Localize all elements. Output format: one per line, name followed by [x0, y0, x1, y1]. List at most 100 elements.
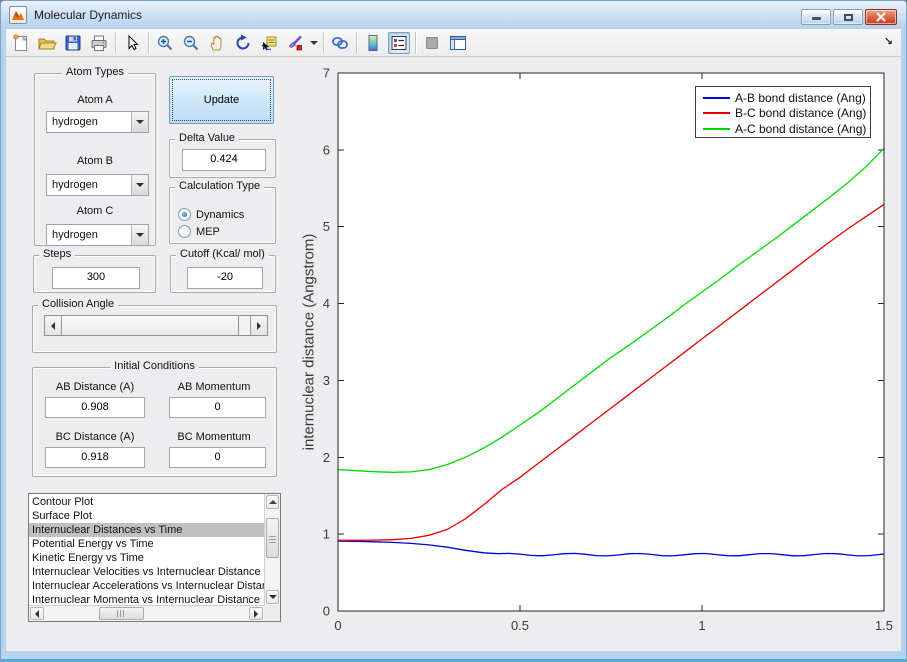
- link-plot-button[interactable]: [329, 32, 351, 54]
- zoom-out-button[interactable]: [180, 32, 202, 54]
- scroll-down-button[interactable]: [266, 590, 279, 604]
- rotate-3d-icon: [236, 34, 250, 49]
- slider-thumb[interactable]: [62, 316, 239, 335]
- plot-type-list[interactable]: Contour Plot Surface Plot Internuclear Dis…: [29, 495, 264, 605]
- brush-icon: [288, 35, 302, 50]
- pointer-button[interactable]: [121, 32, 143, 54]
- arrow-up-icon: [268, 500, 277, 504]
- arrow-left-icon: [35, 609, 39, 618]
- arrow-right-icon: [254, 609, 258, 618]
- title-bar[interactable]: Molecular Dynamics: [1, 1, 906, 29]
- toolbar-separator: [323, 31, 325, 54]
- list-item[interactable]: Surface Plot: [29, 509, 264, 523]
- maximize-button[interactable]: [833, 9, 863, 25]
- y-tick-label: 6: [323, 142, 330, 157]
- insert-colorbar-button[interactable]: [362, 32, 384, 54]
- show-plot-tools-button[interactable]: [447, 32, 469, 54]
- list-item[interactable]: Potential Energy vs Time: [29, 537, 264, 551]
- axes-plot[interactable]: 0 0.5 1 1.5 0 1 2 3 4 5 6 7: [291, 57, 905, 656]
- maximize-icon: [844, 14, 853, 21]
- atom-a-label: Atom A: [77, 94, 113, 106]
- listbox-horizontal-scrollbar[interactable]: [29, 605, 264, 621]
- toolbar-separator: [415, 31, 417, 54]
- mep-radio-label[interactable]: MEP: [196, 226, 220, 238]
- listbox-vertical-scrollbar[interactable]: [264, 494, 280, 605]
- atom-b-dropdown[interactable]: hydrogen: [46, 174, 149, 196]
- minimize-button[interactable]: [801, 9, 831, 25]
- collision-angle-slider[interactable]: [44, 315, 268, 336]
- toolbar-overflow-arrow[interactable]: ↘: [884, 35, 893, 48]
- toolbar-separator: [148, 31, 150, 54]
- rotate-3d-button[interactable]: [232, 32, 254, 54]
- vertical-scroll-thumb[interactable]: [266, 518, 279, 558]
- zoom-in-button[interactable]: [154, 32, 176, 54]
- legend-label: A-C bond distance (Ang): [735, 121, 867, 136]
- open-file-button[interactable]: [36, 32, 58, 54]
- list-item[interactable]: Internuclear Momenta vs Internuclear Dis…: [29, 593, 264, 605]
- y-tick-label: 2: [323, 450, 330, 465]
- chevron-down-icon: [136, 183, 144, 187]
- plot-type-listbox[interactable]: Contour Plot Surface Plot Internuclear Dis…: [28, 493, 281, 622]
- scroll-right-button[interactable]: [249, 607, 263, 620]
- calculation-type-title: Calculation Type: [175, 180, 265, 192]
- ab-distance-field[interactable]: 0.908: [45, 397, 145, 418]
- list-item[interactable]: Internuclear Accelerations vs Internucle…: [29, 579, 264, 593]
- atom-b-dropdown-button[interactable]: [131, 175, 148, 195]
- dynamics-radio-label[interactable]: Dynamics: [196, 209, 244, 221]
- data-cursor-button[interactable]: [258, 32, 280, 54]
- print-button[interactable]: [88, 32, 110, 54]
- figure-canvas: Atom Types Atom A hydrogen Atom B hydrog…: [6, 57, 901, 651]
- new-file-icon: [13, 33, 28, 51]
- plot-legend[interactable]: A-B bond distance (Ang) B-C bond distance…: [695, 86, 871, 138]
- slider-left-button[interactable]: [45, 316, 62, 335]
- save-button[interactable]: [62, 32, 84, 54]
- cutoff-field[interactable]: -20: [187, 267, 263, 289]
- ab-momentum-field[interactable]: 0: [169, 397, 266, 418]
- mep-radio[interactable]: [178, 225, 191, 238]
- x-tick-label: 0.5: [511, 618, 529, 633]
- delta-value-field[interactable]: 0.424: [182, 149, 266, 171]
- new-file-button[interactable]: [10, 32, 32, 54]
- legend-label: A-B bond distance (Ang): [735, 90, 866, 105]
- legend-line-swatch: [703, 112, 730, 115]
- atom-c-dropdown-button[interactable]: [131, 225, 148, 245]
- close-button[interactable]: [865, 9, 897, 25]
- hide-plot-tools-button[interactable]: [421, 32, 443, 54]
- arrow-left-icon: [51, 321, 55, 330]
- pan-hand-icon: [210, 35, 222, 50]
- list-item[interactable]: Internuclear Velocities vs Internuclear …: [29, 565, 264, 579]
- list-item[interactable]: Contour Plot: [29, 495, 264, 509]
- pan-button[interactable]: [206, 32, 228, 54]
- slider-right-button[interactable]: [250, 316, 267, 335]
- atom-a-dropdown[interactable]: hydrogen: [46, 111, 149, 133]
- bc-distance-field[interactable]: 0.918: [45, 447, 145, 468]
- show-plot-tools-icon: [450, 35, 466, 50]
- cutoff-group: Cutoff (Kcal/ mol) -20: [170, 248, 276, 293]
- bc-distance-label: BC Distance (A): [55, 431, 135, 443]
- open-folder-icon: [38, 38, 57, 49]
- horizontal-scroll-thumb[interactable]: [99, 607, 144, 620]
- list-item[interactable]: Kinetic Energy vs Time: [29, 551, 264, 565]
- atom-c-label: Atom C: [76, 205, 114, 217]
- bc-momentum-field[interactable]: 0: [169, 447, 266, 468]
- dynamics-radio[interactable]: [178, 208, 191, 221]
- collision-angle-group: Collision Angle: [32, 298, 277, 353]
- brush-button[interactable]: [284, 32, 306, 54]
- toolbar-separator: [356, 31, 358, 54]
- scroll-up-button[interactable]: [266, 495, 279, 509]
- insert-legend-button[interactable]: [388, 31, 410, 54]
- initial-conditions-title: Initial Conditions: [110, 360, 199, 372]
- steps-field[interactable]: 300: [52, 267, 140, 289]
- y-axis-label: internuclear distance (Angstrom): [300, 233, 318, 451]
- figure-window: Molecular Dynamics ↘ Atom Types Atom A h…: [0, 0, 907, 662]
- scroll-left-button[interactable]: [30, 607, 44, 620]
- update-button[interactable]: Update: [169, 76, 274, 124]
- legend-line-swatch: [703, 127, 730, 130]
- atom-c-value: hydrogen: [52, 229, 98, 241]
- chevron-down-icon: [136, 120, 144, 124]
- list-item[interactable]: Internuclear Distances vs Time: [29, 523, 264, 537]
- atom-a-dropdown-button[interactable]: [131, 112, 148, 132]
- close-icon: [876, 12, 886, 22]
- atom-c-dropdown[interactable]: hydrogen: [46, 224, 149, 246]
- brush-menu-arrow[interactable]: [310, 40, 318, 45]
